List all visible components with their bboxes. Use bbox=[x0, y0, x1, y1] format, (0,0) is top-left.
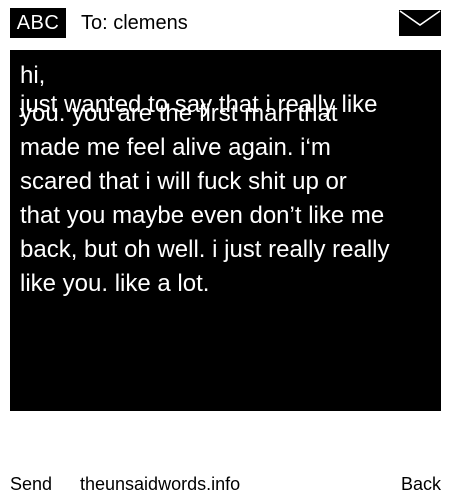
message-line: scared that i will fuck shit up or bbox=[20, 168, 347, 195]
message-line: like you. like a lot. bbox=[20, 270, 210, 297]
message-line: you. you are the first man that bbox=[20, 100, 338, 127]
envelope-icon[interactable] bbox=[399, 10, 441, 36]
message-line: hi, bbox=[20, 62, 46, 89]
send-button[interactable]: Send bbox=[10, 472, 52, 496]
recipient-label: To: clemens bbox=[81, 12, 188, 34]
back-button[interactable]: Back bbox=[401, 472, 441, 496]
input-mode-badge[interactable]: ABC bbox=[10, 8, 66, 38]
message-body[interactable]: hi, just wanted to say that i really lik… bbox=[10, 50, 441, 411]
app-frame: ABC To: clemens hi, just wanted to say t… bbox=[0, 0, 450, 500]
site-name-label: theunsaidwords.info bbox=[80, 474, 241, 494]
message-line: back, but oh well. i just really really bbox=[20, 236, 390, 263]
message-line: that you maybe even don’t like me bbox=[20, 202, 385, 229]
message-line: made me feel alive again. i‘m bbox=[20, 134, 331, 161]
